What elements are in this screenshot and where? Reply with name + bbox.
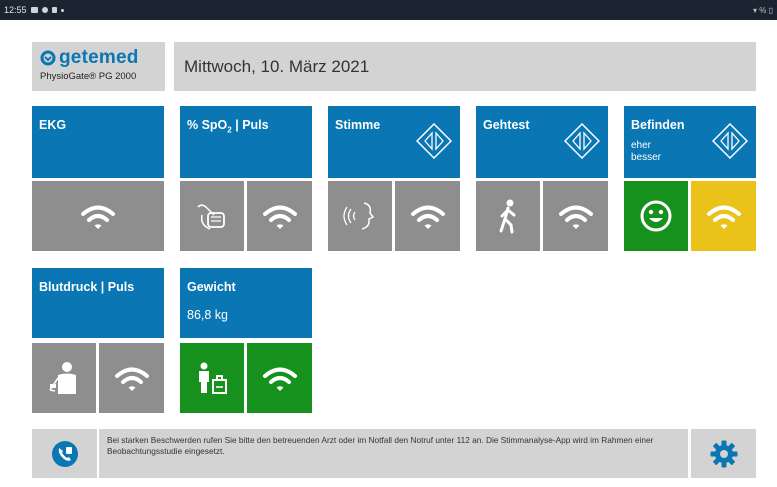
diamond-arrows-icon [712,123,748,159]
scale-icon [199,362,227,394]
wifi-icon [262,205,297,231]
help-phone-icon [51,440,78,467]
help-button[interactable] [32,429,97,478]
diamond-arrows-icon [564,123,600,159]
gear-icon [710,440,737,467]
weight-transmit-button[interactable] [247,343,312,413]
wifi-icon [114,367,149,393]
more-notifications-icon [60,8,64,12]
brand-name: getemed [59,47,139,68]
tile-befinden-header[interactable]: Befinden eher besser [624,106,756,178]
walk-test-button[interactable] [476,181,540,251]
tile-stimme-header[interactable]: Stimme [328,106,460,178]
wifi-icon [558,205,593,231]
weight-value: 86,8 kg [187,308,229,322]
tile-ekg-label: EKG [39,118,67,132]
settings-button[interactable] [691,429,756,478]
tile-spo2-label: % SpO2 | Puls [187,118,269,135]
status-bar: 12:55 ▾ % ▯ [0,0,777,20]
tile-ekg-header[interactable]: EKG [32,106,164,178]
tile-gewicht-label: Gewicht [187,280,236,294]
clock: 12:55 [4,5,27,15]
weight-measure-button[interactable] [180,343,244,413]
tile-gewicht-header[interactable]: Gewicht 86,8 kg [180,268,312,338]
wifi-icon [81,205,115,231]
system-indicators: ▾ % ▯ [753,5,773,15]
walk-test-transmit-button[interactable] [543,181,608,251]
notification-icon [30,7,38,13]
emergency-notice-text: Bei starken Beschwerden rufen Sie bitte … [107,435,654,456]
record-icon [41,7,48,13]
voice-record-button[interactable] [328,181,392,251]
brand-logo: getemed PhysioGate® PG 2000 [32,42,165,91]
tile-spo2-header[interactable]: % SpO2 | Puls [180,106,312,178]
finger-clip-icon [197,204,225,230]
tile-blutdruck-label: Blutdruck | Puls [39,280,135,294]
wifi-icon [706,205,741,231]
brand-mark-icon [40,50,56,66]
spo2-measure-button[interactable] [180,181,244,251]
voice-transmit-button[interactable] [395,181,460,251]
walking-person-icon [499,199,516,234]
current-date: Mittwoch, 10. März 2021 [184,56,370,76]
wifi-icon [262,367,297,393]
wifi-icon [410,205,445,231]
date-display: Mittwoch, 10. März 2021 [174,42,756,91]
wellbeing-button[interactable] [624,181,688,251]
play-icon [51,7,57,13]
tile-blutdruck-header[interactable]: Blutdruck | Puls [32,268,164,338]
blood-pressure-person-icon [49,362,76,394]
blood-pressure-transmit-button[interactable] [99,343,164,413]
diamond-arrows-icon [416,123,452,159]
wellbeing-transmit-button[interactable] [691,181,756,251]
smiley-icon [640,200,672,232]
product-name: PhysioGate® PG 2000 [40,71,137,82]
ekg-transmit-button[interactable] [32,181,164,251]
voice-icon [343,202,375,230]
blood-pressure-measure-button[interactable] [32,343,96,413]
tile-gehtest-header[interactable]: Gehtest [476,106,608,178]
spo2-transmit-button[interactable] [247,181,312,251]
emergency-notice: Bei starken Beschwerden rufen Sie bitte … [99,429,688,478]
